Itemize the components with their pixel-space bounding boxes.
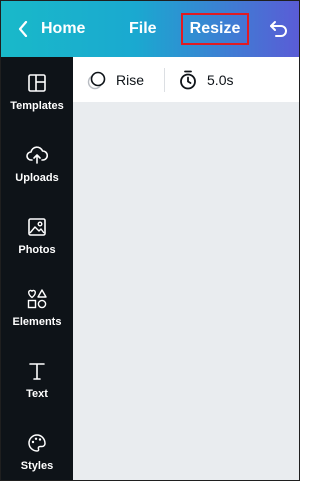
animation-label: Rise bbox=[116, 71, 145, 88]
sidebar-item-label: Elements bbox=[12, 316, 62, 328]
file-label: File bbox=[129, 20, 157, 37]
sidebar-item-elements[interactable]: Elements bbox=[1, 288, 73, 344]
palette-icon bbox=[26, 432, 48, 454]
text-icon bbox=[26, 360, 48, 382]
animate-icon bbox=[87, 71, 106, 89]
toolbar-divider bbox=[164, 67, 166, 92]
shapes-icon bbox=[26, 288, 48, 310]
resize-button[interactable]: Resize bbox=[181, 13, 249, 45]
sidebar-item-label: Templates bbox=[10, 100, 64, 112]
resize-label: Resize bbox=[189, 20, 241, 37]
sidebar-item-label: Styles bbox=[20, 460, 54, 472]
image-icon bbox=[26, 216, 48, 238]
sidebar-item-styles[interactable]: Styles bbox=[1, 432, 73, 480]
app-frame: Home File Resize Templates Uploads Photo… bbox=[0, 0, 300, 481]
undo-icon bbox=[270, 21, 287, 37]
templates-icon bbox=[26, 72, 48, 94]
sidebar-item-label: Uploads bbox=[15, 172, 59, 184]
design-canvas[interactable] bbox=[73, 102, 299, 480]
sidebar: Templates Uploads Photos Elements Text S… bbox=[1, 57, 73, 480]
sidebar-item-label: Photos bbox=[18, 244, 56, 256]
sidebar-item-uploads[interactable]: Uploads bbox=[1, 144, 73, 200]
file-button[interactable]: File bbox=[129, 1, 157, 57]
animation-button[interactable]: Rise bbox=[87, 57, 144, 102]
cloud-upload-icon bbox=[26, 144, 48, 166]
sidebar-item-templates[interactable]: Templates bbox=[1, 72, 73, 128]
undo-button[interactable] bbox=[267, 1, 291, 57]
sidebar-item-photos[interactable]: Photos bbox=[1, 216, 73, 272]
stopwatch-icon bbox=[180, 70, 196, 89]
top-bar: Home File Resize bbox=[1, 1, 299, 57]
duration-button[interactable]: 5.0s bbox=[179, 57, 233, 102]
home-label: Home bbox=[41, 20, 86, 37]
duration-label: 5.0s bbox=[207, 71, 234, 88]
sidebar-item-text[interactable]: Text bbox=[1, 360, 73, 416]
chevron-left-icon bbox=[18, 21, 28, 37]
editor-toolbar: Rise 5.0s bbox=[73, 57, 299, 102]
sidebar-item-label: Text bbox=[26, 388, 48, 400]
home-button[interactable]: Home bbox=[18, 1, 85, 57]
